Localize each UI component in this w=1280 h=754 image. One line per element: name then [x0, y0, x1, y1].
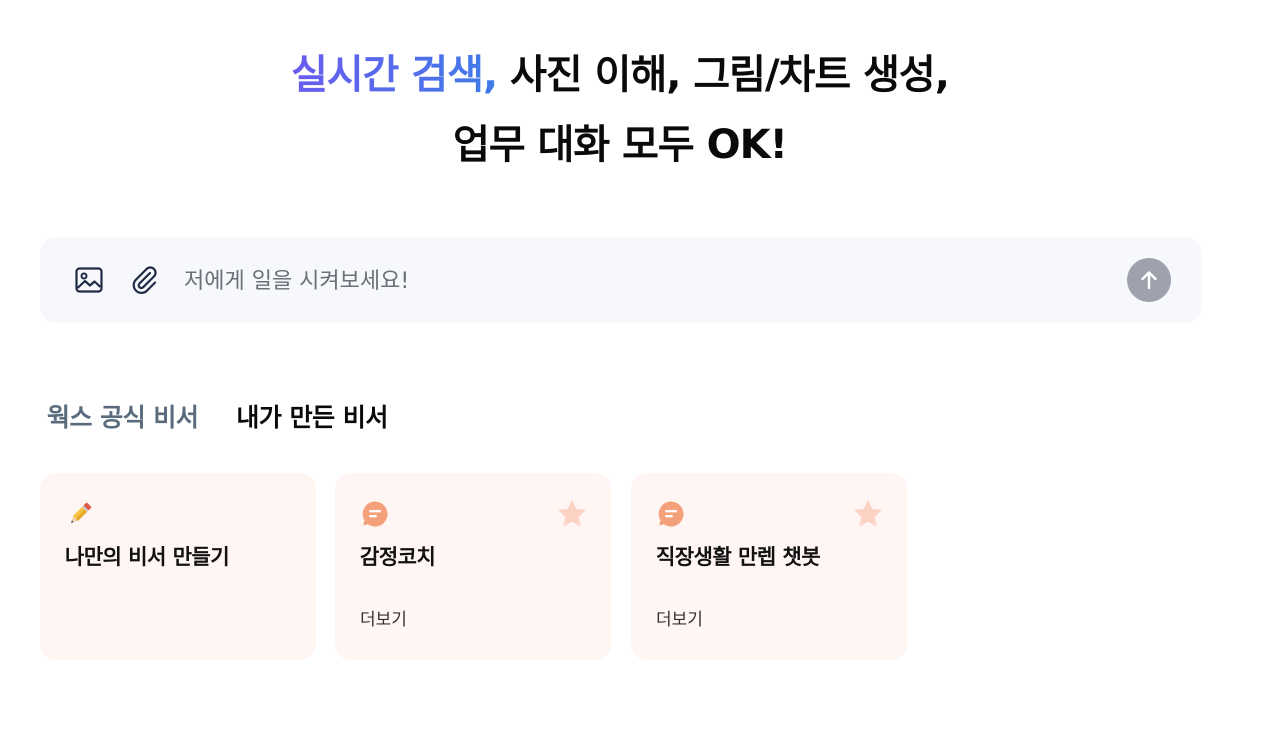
hero-line-2: 업무 대화 모두 OK! — [453, 122, 788, 168]
card-title: 직장생활 만렙 챗봇 — [656, 545, 821, 569]
hero-line-1-text: 사진 이해, 그림/차트 생성, — [497, 52, 950, 98]
prompt-input[interactable] — [182, 262, 1066, 300]
chat-bubble-icon — [362, 501, 388, 527]
star-icon[interactable] — [557, 499, 587, 529]
paperclip-icon — [132, 266, 157, 294]
hero-accent-text: 실시간 검색, — [291, 52, 498, 98]
assistant-tabs: 웍스 공식 비서 내가 만든 비서 — [47, 398, 388, 434]
hero-heading: 실시간 검색, 사진 이해, 그림/차트 생성, 업무 대화 모두 OK! — [0, 40, 1240, 180]
hero-line-1: 실시간 검색, 사진 이해, 그림/차트 생성, — [0, 40, 1240, 110]
card-title: 감정코치 — [360, 545, 436, 569]
more-link[interactable]: 더보기 — [360, 605, 407, 630]
pencil-icon — [71, 502, 92, 523]
image-icon — [75, 267, 103, 293]
attach-file-button[interactable] — [128, 264, 160, 296]
create-assistant-card[interactable]: 나만의 비서 만들기 — [40, 473, 316, 660]
assistant-card-emotion-coach[interactable]: 감정코치 더보기 — [335, 473, 611, 660]
arrow-up-icon — [1141, 271, 1157, 290]
chat-bubble-icon — [658, 501, 684, 527]
tab-my-assistants[interactable]: 내가 만든 비서 — [236, 398, 388, 434]
star-icon[interactable] — [853, 499, 883, 529]
assistant-card-work-life-chatbot[interactable]: 직장생활 만렙 챗봇 더보기 — [631, 473, 907, 660]
tab-official-assistants[interactable]: 웍스 공식 비서 — [47, 398, 199, 434]
image-upload-button[interactable] — [73, 264, 105, 296]
card-title: 나만의 비서 만들기 — [65, 545, 230, 569]
send-button[interactable] — [1127, 258, 1171, 302]
prompt-composer — [40, 237, 1202, 323]
more-link[interactable]: 더보기 — [656, 605, 703, 630]
